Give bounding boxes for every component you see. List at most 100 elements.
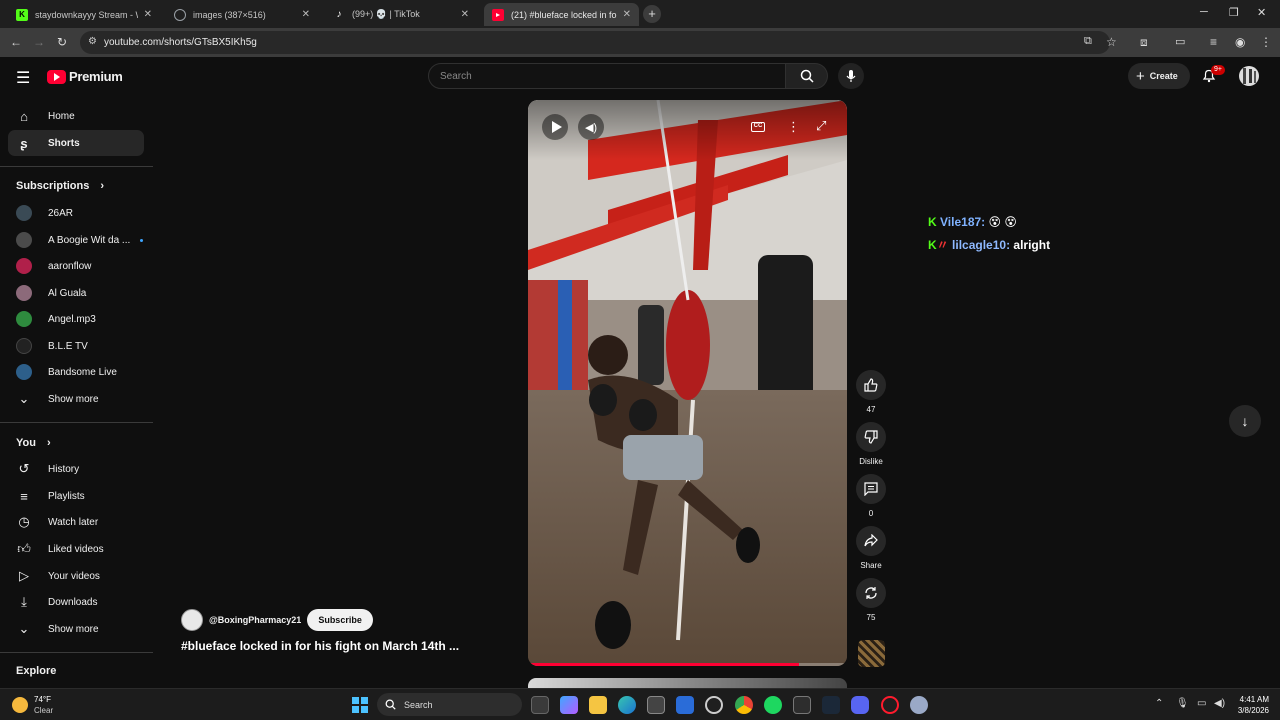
- show-more-subscriptions[interactable]: ⌄ Show more: [8, 386, 144, 412]
- mute-button[interactable]: ◀): [578, 114, 604, 140]
- opera-gx-icon[interactable]: [881, 696, 899, 714]
- captions-icon[interactable]: CC: [751, 122, 765, 132]
- taskbar-search[interactable]: Search: [377, 693, 522, 716]
- volume-icon[interactable]: ◀): [1214, 698, 1225, 709]
- file-explorer-icon[interactable]: [589, 696, 607, 714]
- edge-icon[interactable]: [618, 696, 636, 714]
- tab-tiktok[interactable]: ♪ (99+) 💀 | TikTok ✕: [325, 3, 477, 26]
- account-avatar[interactable]: [1239, 66, 1259, 86]
- hamburger-menu-icon[interactable]: ☰: [16, 68, 30, 88]
- start-button[interactable]: [352, 697, 368, 713]
- voice-search-button[interactable]: [838, 63, 864, 89]
- search-input[interactable]: Search: [428, 63, 786, 89]
- notifications-button[interactable]: 9+: [1202, 65, 1225, 88]
- copilot-icon[interactable]: [560, 696, 578, 714]
- microphone-icon[interactable]: 🎙︎: [1176, 698, 1189, 709]
- forward-icon[interactable]: →: [33, 35, 45, 49]
- close-tab-icon[interactable]: ✕: [302, 9, 310, 20]
- short-video-player[interactable]: ◀) CC ⋮ ⤢: [528, 100, 847, 666]
- subscription-item[interactable]: aaronflow: [8, 253, 144, 279]
- sound-thumbnail[interactable]: [858, 640, 885, 667]
- more-options-icon[interactable]: ⋮: [787, 119, 800, 135]
- channel-avatar[interactable]: [181, 609, 203, 631]
- sidebar-item-home[interactable]: ⌂ Home: [8, 103, 144, 129]
- subscription-item[interactable]: A Boogie Wit da ...: [8, 227, 144, 253]
- like-button[interactable]: [856, 370, 886, 400]
- next-short-button[interactable]: ↓: [1229, 405, 1261, 437]
- chevron-right-icon: ›: [47, 437, 51, 449]
- channel-avatar: [16, 258, 32, 274]
- bookmark-star-icon[interactable]: ☆: [1106, 35, 1117, 49]
- tab-images[interactable]: images (387×516) ✕: [166, 3, 318, 26]
- create-button[interactable]: + Create: [1128, 63, 1190, 89]
- xbox-icon[interactable]: [793, 696, 811, 714]
- sidebar-item-shorts[interactable]: ʂ Shorts: [8, 130, 144, 156]
- chat-message: K Vile187: 😵 😵: [928, 211, 1050, 234]
- spotify-icon[interactable]: [764, 696, 782, 714]
- browser-menu-icon[interactable]: ⋮: [1260, 35, 1272, 49]
- sidebar-item-your-videos[interactable]: ▷ Your videos: [8, 563, 144, 589]
- short-title[interactable]: #blueface locked in for his fight on Mar…: [181, 639, 459, 653]
- sidebar-item-playlists[interactable]: ≡ Playlists: [8, 483, 144, 509]
- discord-icon[interactable]: [851, 696, 869, 714]
- profile-icon[interactable]: ◉: [1235, 35, 1245, 49]
- clock[interactable]: 4:41 AM 3/8/2026: [1233, 694, 1269, 716]
- logo-text: Premium: [69, 69, 123, 84]
- subscriptions-heading[interactable]: Subscriptions ›: [16, 180, 104, 192]
- reload-icon[interactable]: ↻: [57, 35, 67, 49]
- fullscreen-icon[interactable]: ⤢: [816, 118, 826, 134]
- show-more-you[interactable]: ⌄ Show more: [8, 616, 144, 642]
- minimize-icon[interactable]: ─: [1200, 6, 1208, 18]
- weather-moon-icon[interactable]: [12, 697, 28, 713]
- settings-gear-icon[interactable]: [910, 696, 928, 714]
- subscription-item[interactable]: Angel.mp3: [8, 306, 144, 332]
- dislike-button[interactable]: [856, 422, 886, 452]
- subscription-label: 26AR: [48, 207, 74, 219]
- next-short-preview[interactable]: [528, 678, 847, 688]
- sidebar-item-watch-later[interactable]: ◷ Watch later: [8, 509, 144, 535]
- weather-widget[interactable]: 74°F Clear: [34, 694, 53, 716]
- sidebar-item-history[interactable]: ↺ History: [8, 456, 144, 482]
- chrome-icon[interactable]: [735, 696, 753, 714]
- side-panel-icon[interactable]: ▭: [1175, 35, 1185, 48]
- remix-button[interactable]: [856, 578, 886, 608]
- tab-kick-stream[interactable]: K staydownkayyy Stream - Watch ✕: [8, 3, 160, 26]
- subscription-item[interactable]: Bandsome Live: [8, 359, 144, 385]
- youtube-premium-logo[interactable]: Premium: [47, 69, 123, 84]
- close-tab-icon[interactable]: ✕: [144, 9, 152, 20]
- sidebar-item-downloads[interactable]: ⤓ Downloads: [8, 589, 144, 615]
- new-tab-button[interactable]: +: [643, 5, 661, 23]
- share-button[interactable]: [856, 526, 886, 556]
- close-tab-icon[interactable]: ✕: [623, 9, 631, 20]
- app-icon[interactable]: [705, 696, 723, 714]
- store-icon[interactable]: [647, 696, 665, 714]
- tab-youtube-short[interactable]: (21) #blueface locked in for his ✕: [484, 3, 639, 26]
- subscribe-button[interactable]: Subscribe: [307, 609, 373, 631]
- task-view-icon[interactable]: [531, 696, 549, 714]
- subscription-item[interactable]: Al Guala: [8, 280, 144, 306]
- network-icon[interactable]: ▭: [1197, 698, 1206, 709]
- extensions-icon[interactable]: ⧈: [1140, 35, 1148, 50]
- site-info-icon[interactable]: ⚙: [88, 36, 97, 47]
- install-app-icon[interactable]: ⧉: [1084, 35, 1092, 48]
- play-button[interactable]: [542, 114, 568, 140]
- address-bar[interactable]: ⚙ youtube.com/shorts/GTsBX5IKh5g: [80, 31, 1110, 54]
- back-icon[interactable]: ←: [10, 35, 22, 49]
- sidebar-item-liked-videos[interactable]: 👍︎ Liked videos: [8, 536, 144, 562]
- close-tab-icon[interactable]: ✕: [461, 9, 469, 20]
- subscription-item[interactable]: 26AR: [8, 200, 144, 226]
- kick-badge-icon: K: [928, 215, 937, 229]
- progress-track[interactable]: [528, 663, 847, 666]
- search-button[interactable]: [786, 63, 828, 89]
- channel-name[interactable]: @BoxingPharmacy21: [209, 615, 301, 625]
- reading-list-icon[interactable]: ≡: [1210, 35, 1217, 49]
- outlook-icon[interactable]: [676, 696, 694, 714]
- you-heading[interactable]: You ›: [16, 437, 51, 449]
- subscription-item[interactable]: B.L.E TV: [8, 333, 144, 359]
- liked-videos-icon: 👍︎: [17, 541, 31, 556]
- restore-icon[interactable]: ❐: [1229, 6, 1239, 19]
- chevron-up-icon[interactable]: ⌃: [1155, 698, 1163, 709]
- window-close-icon[interactable]: ✕: [1257, 6, 1266, 19]
- steam-icon[interactable]: [822, 696, 840, 714]
- comments-button[interactable]: [856, 474, 886, 504]
